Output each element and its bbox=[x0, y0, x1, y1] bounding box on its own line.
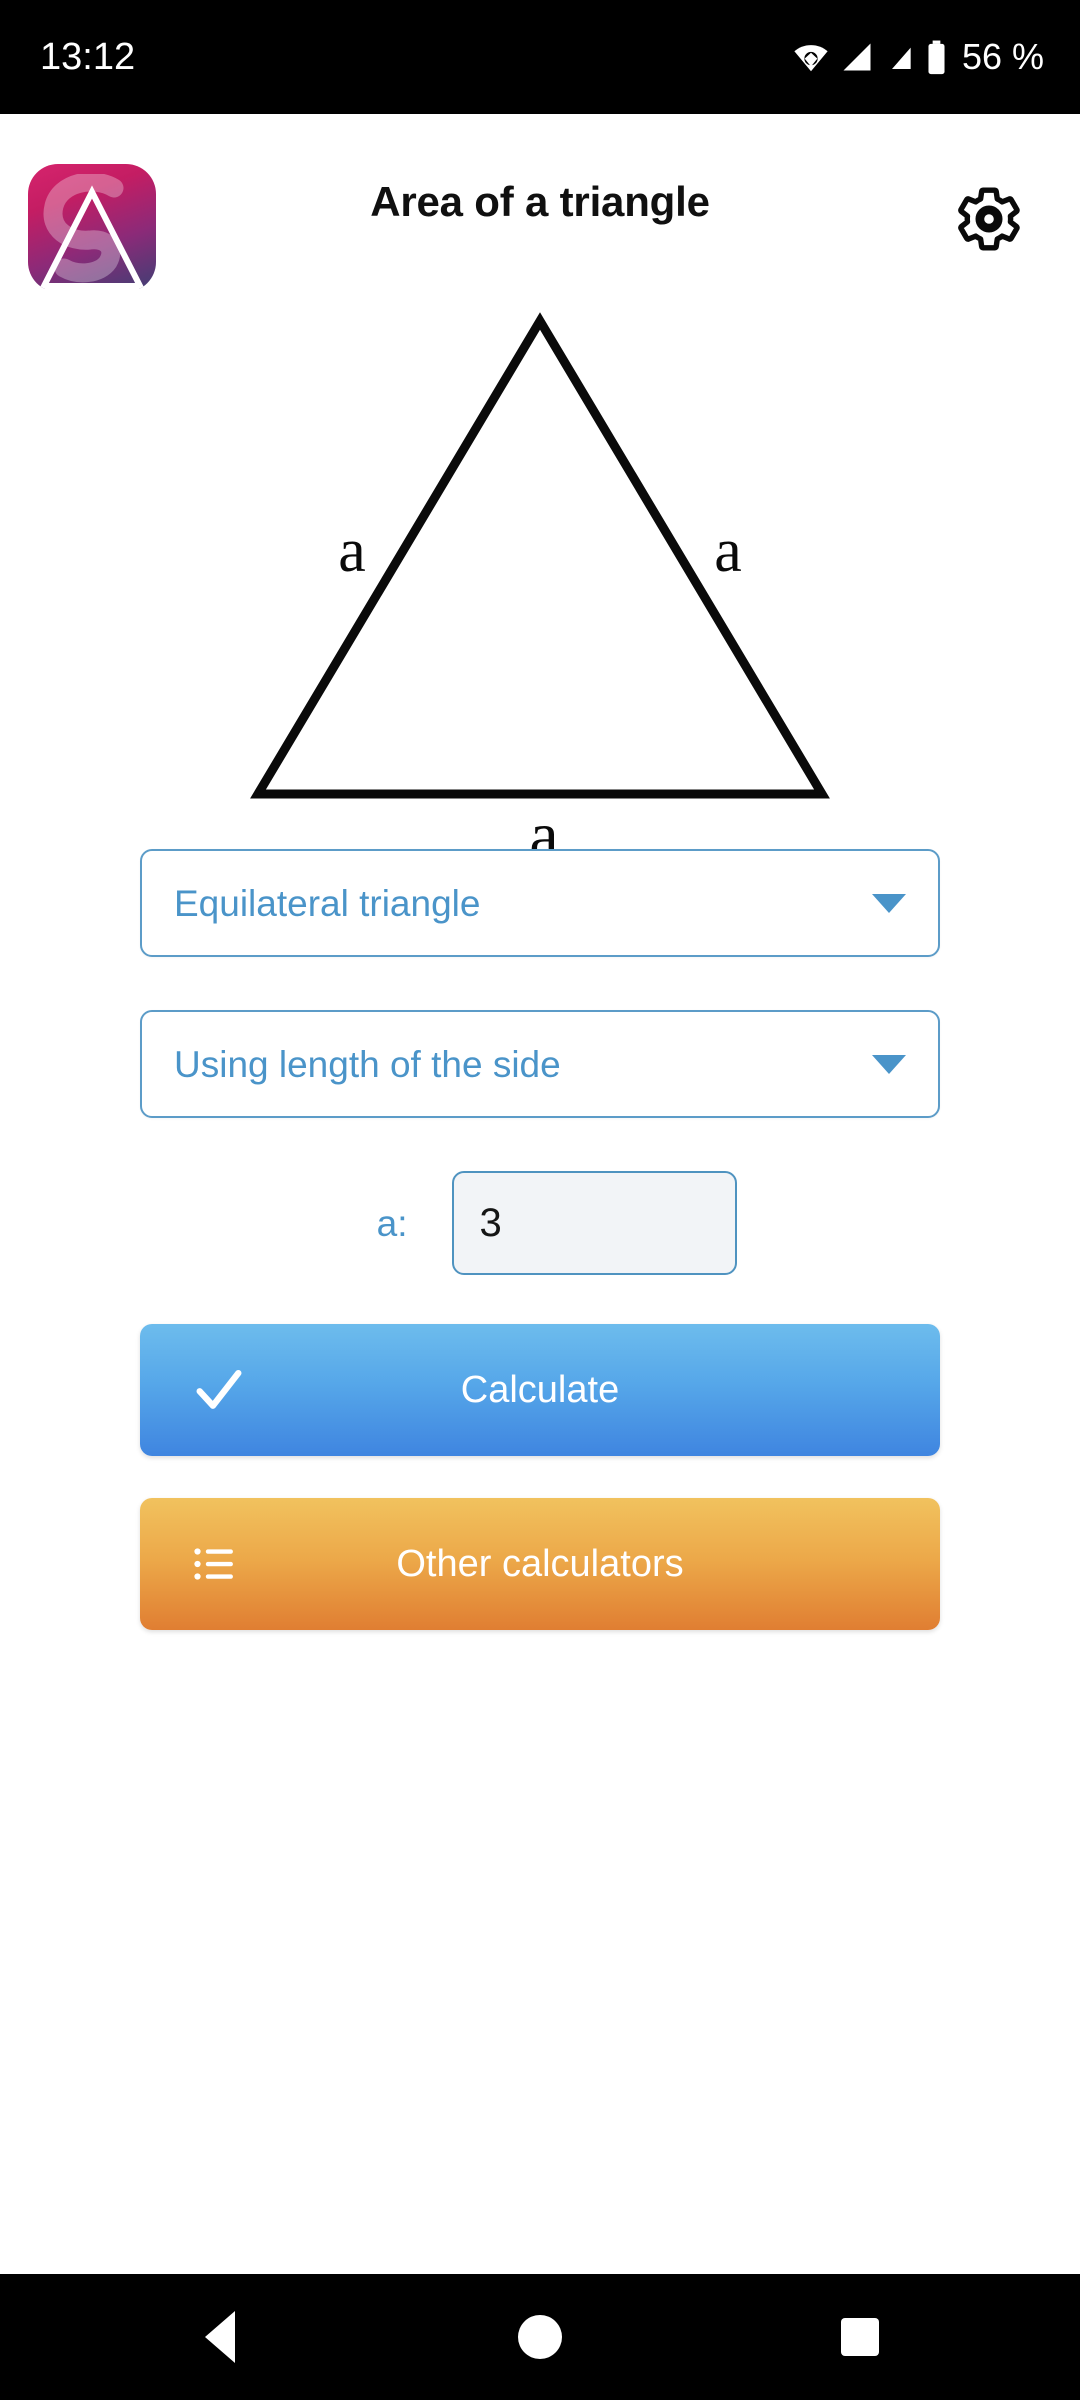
phone-screen: 13:12 56 % Area of a triangle a a a Equi… bbox=[0, 0, 1080, 2400]
check-icon bbox=[190, 1361, 248, 1419]
signal-icon bbox=[891, 47, 911, 69]
method-dropdown-value: Using length of the side bbox=[174, 1043, 561, 1085]
shape-dropdown[interactable]: Equilateral triangle bbox=[140, 849, 940, 957]
side-input-label: a: bbox=[376, 1202, 408, 1244]
side-label-bottom: a bbox=[529, 799, 558, 849]
status-bar: 13:12 56 % bbox=[0, 0, 1080, 114]
home-icon bbox=[518, 2315, 562, 2359]
other-calculators-button-label: Other calculators bbox=[396, 1543, 684, 1585]
system-nav-bar bbox=[0, 2274, 1080, 2400]
side-input-row: a: 3 bbox=[140, 1171, 940, 1275]
gear-icon bbox=[958, 187, 1020, 251]
recents-icon bbox=[841, 2318, 879, 2356]
side-label-right: a bbox=[714, 517, 742, 585]
method-dropdown[interactable]: Using length of the side bbox=[140, 1010, 940, 1118]
back-icon bbox=[205, 2311, 235, 2363]
other-calculators-button[interactable]: Other calculators bbox=[140, 1498, 940, 1630]
main-content: a a a Equilateral triangle Using length … bbox=[0, 289, 1080, 2274]
battery-icon bbox=[928, 40, 945, 74]
side-input-value: 3 bbox=[479, 1200, 502, 1245]
calculate-button-label: Calculate bbox=[460, 1369, 620, 1411]
calculator-form: Equilateral triangle Using length of the… bbox=[0, 849, 1080, 1630]
app-bar: Area of a triangle bbox=[0, 114, 1080, 292]
chevron-down-icon bbox=[872, 1054, 906, 1074]
settings-button[interactable] bbox=[934, 164, 1044, 274]
status-clock: 13:12 bbox=[40, 36, 136, 78]
signal-icon bbox=[843, 43, 871, 71]
status-indicators: 56 % bbox=[792, 38, 1044, 76]
side-input[interactable]: 3 bbox=[451, 1171, 737, 1275]
nav-home-button[interactable] bbox=[480, 2277, 600, 2397]
shape-dropdown-value: Equilateral triangle bbox=[174, 882, 481, 924]
nav-recents-button[interactable] bbox=[800, 2277, 920, 2397]
list-icon bbox=[190, 1539, 240, 1589]
battery-percent: 56 % bbox=[961, 36, 1044, 77]
side-label-left: a bbox=[338, 517, 366, 585]
page-title: Area of a triangle bbox=[370, 177, 710, 225]
nav-back-button[interactable] bbox=[160, 2277, 280, 2397]
chevron-down-icon bbox=[872, 893, 906, 913]
calculate-button[interactable]: Calculate bbox=[140, 1324, 940, 1456]
wifi-icon bbox=[794, 45, 828, 72]
triangle-figure: a a a bbox=[0, 289, 1080, 849]
triangle-diagram: a a a bbox=[250, 312, 830, 849]
